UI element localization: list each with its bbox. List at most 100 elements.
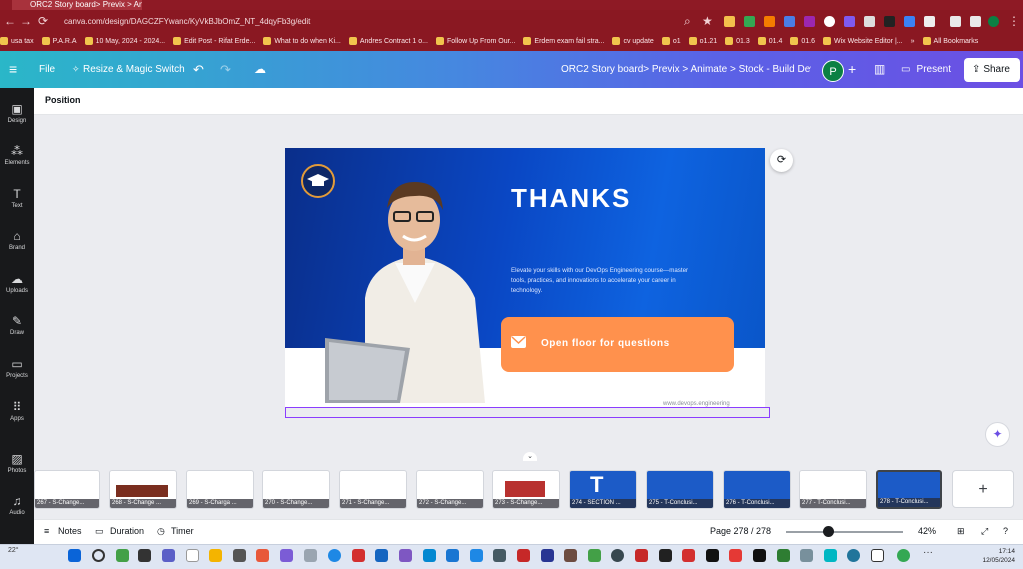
taskbar-app-icon[interactable] [706, 549, 719, 562]
page-indicator[interactable]: Page 278 / 278 [710, 526, 771, 536]
acrobat-icon[interactable] [352, 549, 365, 562]
timer-button[interactable]: Timer [171, 526, 194, 536]
file-menu[interactable]: File [39, 51, 55, 88]
help-icon[interactable]: ? [1003, 526, 1008, 536]
taskbar-app-icon[interactable] [682, 549, 695, 562]
undo-icon[interactable]: ↶ [193, 51, 204, 88]
sidebar-item-draw[interactable]: ✎ Draw [0, 308, 34, 346]
zoom-slider[interactable] [786, 531, 903, 533]
weather-widget[interactable]: 22° [8, 547, 19, 554]
page-thumbnail[interactable]: T 274 - SECTION ... [569, 470, 637, 509]
sidebar-item-uploads[interactable]: ☁ Uploads [0, 266, 34, 304]
slide-canvas[interactable]: THANKS Elevate your skills with our DevO… [285, 148, 765, 407]
extension-icon[interactable] [884, 16, 895, 27]
bookmark-item[interactable]: usa tax [0, 33, 34, 51]
sidebar-item-audio[interactable]: ♫ Audio [0, 488, 34, 526]
page-thumbnail-current[interactable]: 278 - T-Conclusi... [876, 470, 942, 509]
sidebar-item-brand[interactable]: ⌂ Brand [0, 223, 34, 261]
refresh-icon[interactable]: ⟳ [770, 149, 793, 172]
extension-icon[interactable] [764, 16, 775, 27]
teams-icon[interactable] [162, 549, 175, 562]
taskbar-app-icon[interactable] [399, 549, 412, 562]
bookmark-item[interactable]: What to do when Ki... [263, 33, 341, 51]
canva-icon[interactable] [824, 549, 837, 562]
download-icon[interactable] [970, 16, 981, 27]
extension-icon[interactable] [724, 16, 735, 27]
taskbar-app-icon[interactable] [588, 549, 601, 562]
redo-icon[interactable]: ↷ [220, 51, 231, 88]
taskbar-app-icon[interactable] [233, 549, 246, 562]
skype-icon[interactable] [423, 549, 436, 562]
notion-icon[interactable] [871, 549, 884, 562]
folder-icon[interactable] [209, 549, 222, 562]
back-icon[interactable]: ← [4, 10, 16, 33]
taskbar-app-icon[interactable] [470, 549, 483, 562]
notes-button[interactable]: Notes [58, 526, 82, 536]
chrome-icon[interactable] [897, 549, 910, 562]
zoom-level[interactable]: 42% [918, 526, 936, 536]
sidebar-item-elements[interactable]: ⁂ Elements [0, 138, 34, 176]
taskbar-app-icon[interactable] [777, 549, 790, 562]
bookmark-item[interactable]: 01.4 [757, 33, 782, 51]
taskbar-app-icon[interactable] [800, 549, 813, 562]
taskbar-app-icon[interactable] [304, 549, 317, 562]
taskbar-app-icon[interactable] [753, 549, 766, 562]
bookmark-item[interactable]: Edit Post - Rifat Erde... [173, 33, 255, 51]
page-thumbnail[interactable]: 275 - T-Conclusi... [646, 470, 714, 509]
bookmark-star-icon[interactable]: ★ [702, 10, 713, 33]
sidebar-item-photos[interactable]: ▨ Photos [0, 446, 34, 484]
url-field[interactable]: canva.com/design/DAGCZFYwanc/KyVkBJbOmZ_… [64, 13, 684, 30]
extension-icon[interactable] [804, 16, 815, 27]
design-title[interactable]: ORC2 Story board> Previx > Animate > Sto… [561, 51, 811, 88]
insights-icon[interactable]: ▥ [874, 51, 885, 88]
page-thumbnail[interactable]: 272 - S-Change... [416, 470, 484, 509]
duration-button[interactable]: Duration [110, 526, 144, 536]
extension-icon[interactable] [784, 16, 795, 27]
add-collaborator-icon[interactable]: + [848, 51, 856, 88]
reload-icon[interactable]: ⟳ [38, 10, 48, 33]
page-thumbnail[interactable]: 270 - S-Change... [262, 470, 330, 509]
sidebar-item-projects[interactable]: ▭ Projects [0, 351, 34, 389]
slide-title[interactable]: THANKS [511, 183, 631, 214]
system-clock[interactable]: 17:14 12/05/2024 [975, 547, 1015, 565]
bookmark-item[interactable]: o1.21 [688, 33, 717, 51]
overflow-icon[interactable]: ··· [923, 547, 933, 558]
sidebar-item-design[interactable]: ▣ Design [0, 96, 34, 134]
taskbar-app-icon[interactable] [611, 549, 624, 562]
taskbar-app-icon[interactable] [493, 549, 506, 562]
filezilla-icon[interactable] [635, 549, 648, 562]
search-icon[interactable] [92, 549, 105, 562]
taskbar-app-icon[interactable] [564, 549, 577, 562]
bookmark-item[interactable]: Andres Contract 1 o... [348, 33, 428, 51]
bookmark-item[interactable]: Follow Up From Our... [435, 33, 515, 51]
bookmark-item[interactable]: cv update [612, 33, 654, 51]
bookmark-item[interactable]: 01.6 [790, 33, 815, 51]
edge-icon[interactable] [328, 549, 341, 562]
extension-icon[interactable] [864, 16, 875, 27]
selection-box[interactable] [285, 407, 770, 418]
cta-text[interactable]: Open floor for questions [541, 338, 670, 349]
bookmark-item[interactable]: 01.3 [725, 33, 750, 51]
cloud-save-icon[interactable]: ☁ [254, 51, 266, 88]
bookmark-item[interactable]: 10 May, 2024 - 2024... [84, 33, 165, 51]
taskbar-app-icon[interactable] [659, 549, 672, 562]
taskbar-app-icon[interactable] [541, 549, 554, 562]
present-button[interactable]: ▭ Present [893, 58, 957, 82]
taskbar-app-icon[interactable] [138, 549, 151, 562]
browser-menu-icon[interactable]: ⋮ [1008, 10, 1020, 33]
bookmark-item[interactable]: Erdem exam fail stra... [523, 33, 604, 51]
page-thumbnail[interactable]: 269 - S-Charga ... [186, 470, 254, 509]
resize-menu[interactable]: Resize & Magic Switch [83, 51, 185, 88]
forward-icon[interactable]: → [20, 10, 32, 33]
add-page-button[interactable]: + [952, 470, 1014, 508]
page-thumbnail[interactable]: 271 - S-Change... [339, 470, 407, 509]
wordpress-icon[interactable] [847, 549, 860, 562]
bookmark-item[interactable]: All Bookmarks [922, 33, 978, 51]
zoom-icon[interactable]: ⌕ [684, 10, 691, 33]
extension-icon[interactable] [824, 16, 835, 27]
fullscreen-icon[interactable]: ⤢ [981, 526, 988, 537]
reading-list-icon[interactable] [950, 16, 961, 27]
bookmark-item[interactable]: o1 [661, 33, 681, 51]
taskbar-app-icon[interactable] [446, 549, 459, 562]
avatar[interactable]: P [822, 60, 844, 82]
